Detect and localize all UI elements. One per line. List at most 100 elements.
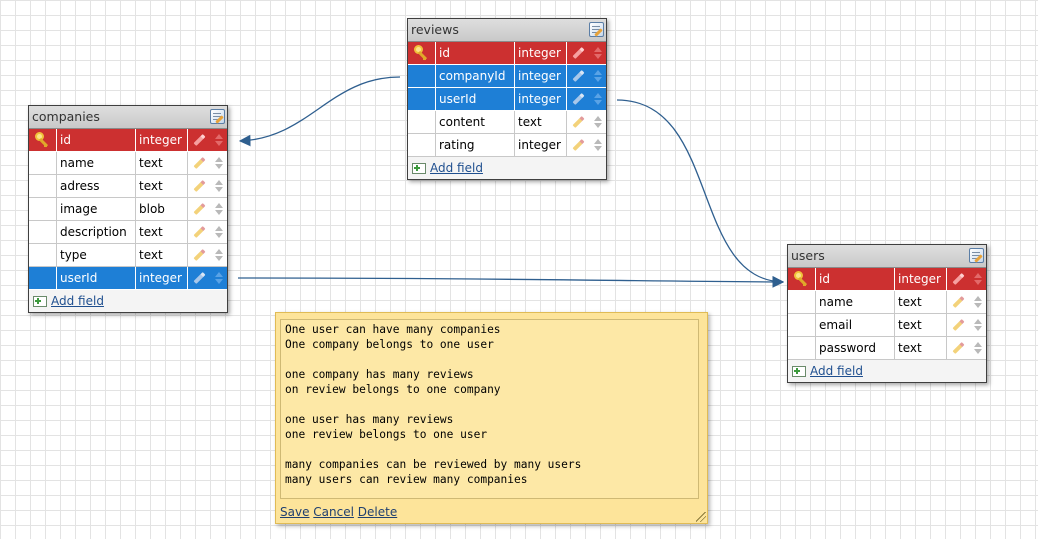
field-type: text: [136, 244, 188, 266]
field-row-companies-2[interactable]: adress text: [29, 175, 227, 198]
pencil-icon[interactable]: [571, 92, 585, 106]
field-row-reviews-3[interactable]: content text: [408, 111, 606, 134]
field-key-cell: [29, 152, 57, 174]
key-icon: [34, 132, 51, 148]
updown-icon[interactable]: [973, 296, 982, 308]
updown-icon[interactable]: [973, 319, 982, 331]
table-reviews[interactable]: reviews id integer companyId integer userId i…: [407, 18, 607, 180]
field-row-companies-0[interactable]: id integer: [29, 129, 227, 152]
add-field-row: Add field: [408, 157, 606, 179]
add-field-icon[interactable]: [33, 295, 47, 307]
pencil-icon[interactable]: [192, 156, 206, 170]
pencil-icon[interactable]: [951, 295, 965, 309]
table-header[interactable]: users: [788, 245, 986, 268]
field-row-users-0[interactable]: id integer: [788, 268, 986, 291]
field-name: adress: [57, 175, 136, 197]
field-name: id: [436, 42, 515, 64]
add-field-link[interactable]: Add field: [51, 294, 104, 308]
updown-icon[interactable]: [973, 342, 982, 354]
updown-icon[interactable]: [214, 134, 223, 146]
field-row-companies-1[interactable]: name text: [29, 152, 227, 175]
add-field-link[interactable]: Add field: [810, 364, 863, 378]
add-field-row: Add field: [29, 290, 227, 312]
updown-icon[interactable]: [214, 226, 223, 238]
field-key-cell: [788, 268, 816, 290]
pencil-icon[interactable]: [192, 248, 206, 262]
field-actions: [567, 111, 606, 133]
pencil-icon[interactable]: [192, 202, 206, 216]
pencil-icon[interactable]: [571, 46, 585, 60]
pencil-icon[interactable]: [571, 115, 585, 129]
field-actions: [567, 42, 606, 64]
add-field-link[interactable]: Add field: [430, 161, 483, 175]
field-actions: [947, 268, 986, 290]
updown-icon[interactable]: [214, 203, 223, 215]
field-key-cell: [788, 291, 816, 313]
field-type: text: [136, 221, 188, 243]
field-name: name: [57, 152, 136, 174]
field-row-companies-5[interactable]: type text: [29, 244, 227, 267]
add-field-icon[interactable]: [792, 365, 806, 377]
field-name: content: [436, 111, 515, 133]
field-type: text: [515, 111, 567, 133]
field-actions: [567, 88, 606, 110]
field-key-cell: [788, 337, 816, 359]
field-name: description: [57, 221, 136, 243]
pencil-icon[interactable]: [192, 225, 206, 239]
connector-companies-userid-to-users-id: [237, 276, 785, 288]
updown-icon[interactable]: [593, 93, 602, 105]
field-type: blob: [136, 198, 188, 220]
field-row-reviews-4[interactable]: rating integer: [408, 134, 606, 157]
field-row-companies-4[interactable]: description text: [29, 221, 227, 244]
add-field-icon[interactable]: [412, 162, 426, 174]
pencil-icon[interactable]: [951, 318, 965, 332]
pencil-icon[interactable]: [192, 271, 206, 285]
pencil-icon[interactable]: [192, 133, 206, 147]
field-name: id: [816, 268, 895, 290]
field-row-users-2[interactable]: email text: [788, 314, 986, 337]
field-type: integer: [515, 134, 567, 156]
field-row-companies-3[interactable]: image blob: [29, 198, 227, 221]
edit-table-icon[interactable]: [969, 248, 984, 263]
pencil-icon[interactable]: [951, 341, 965, 355]
updown-icon[interactable]: [214, 249, 223, 261]
field-row-reviews-1[interactable]: companyId integer: [408, 65, 606, 88]
updown-icon[interactable]: [214, 157, 223, 169]
field-row-users-3[interactable]: password text: [788, 337, 986, 360]
updown-icon[interactable]: [973, 273, 982, 285]
updown-icon[interactable]: [593, 70, 602, 82]
field-key-cell: [29, 221, 57, 243]
updown-icon[interactable]: [214, 272, 223, 284]
field-row-reviews-0[interactable]: id integer: [408, 42, 606, 65]
field-row-users-1[interactable]: name text: [788, 291, 986, 314]
sticky-note[interactable]: One user can have many companies One com…: [275, 312, 708, 524]
field-actions: [567, 65, 606, 87]
table-header[interactable]: companies: [29, 106, 227, 129]
updown-icon[interactable]: [593, 139, 602, 151]
pencil-icon[interactable]: [571, 69, 585, 83]
updown-icon[interactable]: [593, 47, 602, 59]
edit-table-icon[interactable]: [210, 109, 225, 124]
field-type: integer: [515, 65, 567, 87]
edit-table-icon[interactable]: [589, 22, 604, 37]
updown-icon[interactable]: [593, 116, 602, 128]
table-header[interactable]: reviews: [408, 19, 606, 42]
table-title: companies: [32, 109, 100, 124]
note-save-button[interactable]: Save: [280, 505, 309, 519]
pencil-icon[interactable]: [571, 138, 585, 152]
field-row-reviews-2[interactable]: userId integer: [408, 88, 606, 111]
pencil-icon[interactable]: [192, 179, 206, 193]
pencil-icon[interactable]: [951, 272, 965, 286]
table-users[interactable]: users id integer name text email text password…: [787, 244, 987, 383]
field-name: email: [816, 314, 895, 336]
field-key-cell: [408, 111, 436, 133]
updown-icon[interactable]: [214, 180, 223, 192]
note-textarea[interactable]: One user can have many companies One com…: [280, 319, 699, 499]
note-cancel-button[interactable]: Cancel: [313, 505, 354, 519]
table-companies[interactable]: companies id integer name text adress text ima…: [28, 105, 228, 313]
connector-reviews-companyid-to-companies-id: [238, 76, 401, 147]
note-delete-button[interactable]: Delete: [358, 505, 397, 519]
resize-grip-icon[interactable]: [696, 512, 706, 522]
field-key-cell: [29, 267, 57, 289]
field-row-companies-6[interactable]: userId integer: [29, 267, 227, 290]
